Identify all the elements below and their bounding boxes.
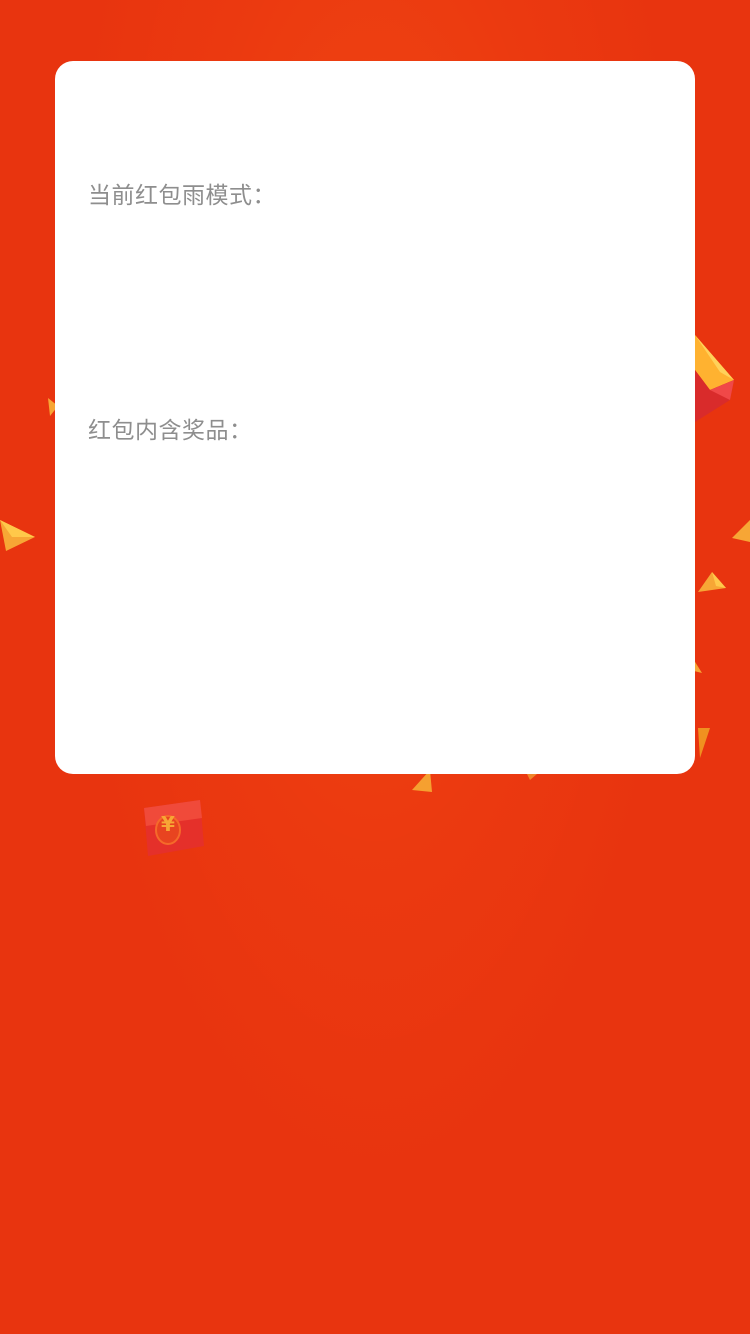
- gold-triangle-icon: [0, 520, 35, 551]
- info-card: 当前红包雨模式： 红包内含奖品：: [55, 61, 695, 774]
- prize-label: 红包内含奖品：: [88, 418, 253, 444]
- gold-triangle-icon: [698, 728, 710, 758]
- mode-label: 当前红包雨模式：: [88, 183, 276, 209]
- gold-triangle-icon: [732, 520, 750, 542]
- gold-ingot-icon: [695, 335, 734, 422]
- gold-triangle-icon: [698, 572, 726, 592]
- envelope-glyph: ¥: [161, 812, 175, 836]
